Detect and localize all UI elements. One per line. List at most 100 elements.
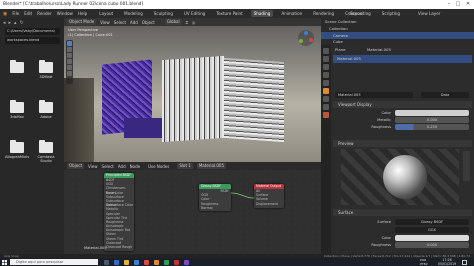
glossy-roughness-field[interactable]: 0.000 xyxy=(395,242,469,248)
tab-rendering[interactable]: Rendering xyxy=(310,10,337,17)
file-browser: ◂ ▸ ▴ ↻ C:\Users\Vaby\Documents\ workspa… xyxy=(0,18,64,254)
output-tab-icon[interactable] xyxy=(323,64,329,70)
physics-tab-icon[interactable] xyxy=(323,104,329,110)
file-explorer-icon[interactable] xyxy=(124,259,129,265)
scene-selector[interactable]: Scene xyxy=(350,11,362,16)
preview-panel[interactable]: Preview xyxy=(333,140,472,147)
windows-start-icon[interactable] xyxy=(2,259,7,265)
minimize-button[interactable]: – xyxy=(446,1,452,7)
folder-item[interactable] xyxy=(5,60,29,75)
menu-add[interactable]: Add xyxy=(130,20,138,25)
glossy-color-swatch[interactable] xyxy=(395,235,469,241)
color-swatch[interactable] xyxy=(395,110,469,116)
folder-item[interactable]: AllograhMinis xyxy=(5,140,29,159)
menu-file[interactable]: File xyxy=(12,11,19,16)
tab-layout[interactable]: Layout xyxy=(96,10,116,17)
roughness-field[interactable]: 0.250 xyxy=(395,124,469,130)
viewport-header: Object Mode View Select Add Object Globa… xyxy=(64,18,321,26)
filename-field[interactable]: workspaces.blend xyxy=(5,37,60,44)
close-button[interactable]: ✕ xyxy=(465,1,471,7)
proportional-edit-icon[interactable]: ◎ xyxy=(192,20,196,25)
menu-help[interactable]: Help xyxy=(78,11,87,16)
world-tab-icon[interactable] xyxy=(323,80,329,86)
y-axis-icon[interactable] xyxy=(299,39,303,43)
x-axis-icon[interactable] xyxy=(309,38,313,42)
parent-folder-icon[interactable]: ▴ xyxy=(14,20,17,26)
tab-texture-paint[interactable]: Texture Paint xyxy=(213,10,245,17)
refresh-icon[interactable]: ↻ xyxy=(20,20,24,26)
viewport-display-panel[interactable]: Viewport Display xyxy=(333,101,472,108)
blender-taskbar-icon[interactable] xyxy=(154,259,159,265)
material-tab-icon[interactable] xyxy=(323,112,329,118)
z-axis-icon[interactable] xyxy=(304,31,308,35)
folder-item[interactable]: 3DMatt xyxy=(34,60,58,79)
tab-modeling[interactable]: Modeling xyxy=(121,10,146,17)
move-tool-icon[interactable] xyxy=(67,53,72,58)
path-field[interactable]: C:\Users\Vaby\Documents\ xyxy=(5,28,60,35)
metallic-field[interactable]: 0.000 xyxy=(395,117,469,123)
folder-item[interactable]: Adobe xyxy=(34,100,58,119)
menu-render[interactable]: Render xyxy=(37,11,52,16)
distribution-dropdown[interactable]: GGX xyxy=(395,227,469,233)
data-dropdown[interactable]: Data xyxy=(421,92,469,98)
view-layer-selector[interactable]: View Layer xyxy=(418,11,440,16)
store-icon[interactable] xyxy=(134,259,139,265)
outliner-item-collection[interactable]: Collection xyxy=(321,25,474,32)
3d-viewport[interactable]: Object Mode View Select Add Object Globa… xyxy=(64,18,321,162)
menu-view[interactable]: View xyxy=(100,20,110,25)
chrome-icon[interactable] xyxy=(144,259,149,265)
folder-item[interactable]: 3dsMax xyxy=(5,100,29,119)
rotate-tool-icon[interactable] xyxy=(67,59,72,64)
menu-window[interactable]: Window xyxy=(57,11,73,16)
navigation-gizmo[interactable] xyxy=(298,30,314,46)
render-tab-icon[interactable] xyxy=(323,56,329,62)
shader-editor[interactable]: Object View Select Add Node Use Nodes Sl… xyxy=(64,162,321,254)
tab-scripting[interactable]: Scripting xyxy=(379,10,403,17)
surface-label: Surface xyxy=(377,220,391,224)
transform-tool-icon[interactable] xyxy=(67,71,72,76)
cube-shadow-face xyxy=(124,118,164,138)
taskbar-search-input[interactable]: Digite aqui para pesquisar xyxy=(10,259,98,265)
folder-item[interactable]: Camtasia Studio xyxy=(34,140,58,163)
task-view-icon[interactable] xyxy=(104,259,109,265)
menu-select[interactable]: Select xyxy=(114,20,126,25)
cursor-tool-icon[interactable] xyxy=(67,47,72,52)
app-icon[interactable] xyxy=(174,259,179,265)
blender-logo-icon[interactable]: ◉ xyxy=(3,11,7,17)
surface-shader-dropdown[interactable]: Glossy BSDF xyxy=(395,219,469,225)
menu-object[interactable]: Object xyxy=(142,20,155,25)
tab-sculpting[interactable]: Sculpting xyxy=(151,10,176,17)
back-arrow-icon[interactable]: ◂ xyxy=(3,20,6,26)
app-icon[interactable] xyxy=(164,259,169,265)
scale-tool-icon[interactable] xyxy=(67,65,72,70)
white-cube-2[interactable] xyxy=(224,57,284,143)
select-tool-icon[interactable] xyxy=(67,41,72,46)
menu-edit[interactable]: Edit xyxy=(24,11,32,16)
scene-tab-icon[interactable] xyxy=(323,72,329,78)
white-cube[interactable] xyxy=(162,55,224,143)
forward-arrow-icon[interactable]: ▸ xyxy=(9,20,12,26)
outliner-item-scene-collection[interactable]: Scene Collection xyxy=(321,18,474,25)
tool-tab-icon[interactable] xyxy=(323,48,329,54)
material-datablock[interactable]: Material.005 xyxy=(335,92,413,98)
surface-panel[interactable]: Surface xyxy=(333,209,472,216)
edge-browser-icon[interactable] xyxy=(114,259,119,265)
clock[interactable]: 17:28 05/01/2019 xyxy=(436,258,458,266)
tab-animation[interactable]: Animation xyxy=(278,10,305,17)
notifications-icon[interactable] xyxy=(462,259,467,265)
outliner-item-camera[interactable]: Camera xyxy=(321,32,474,39)
maximize-button[interactable]: □ xyxy=(455,1,461,7)
app-icon[interactable] xyxy=(184,259,189,265)
snap-icon[interactable]: ⌗ xyxy=(186,20,188,25)
tab-uv-editing[interactable]: UV Editing xyxy=(181,10,208,17)
modifier-tab-icon[interactable] xyxy=(323,96,329,102)
tool-shelf xyxy=(66,40,73,84)
object-tab-icon[interactable] xyxy=(323,88,329,94)
tab-shading[interactable]: Shading xyxy=(250,10,274,17)
object-mode-dropdown[interactable]: Object Mode xyxy=(67,19,97,25)
preview-type-buttons[interactable] xyxy=(463,151,470,181)
language-indicator[interactable]: POR PTB2 xyxy=(420,258,428,266)
material-slot[interactable]: Material.005 xyxy=(333,55,472,63)
folder-icon xyxy=(10,60,24,73)
orientation-dropdown[interactable]: Global xyxy=(164,19,182,25)
